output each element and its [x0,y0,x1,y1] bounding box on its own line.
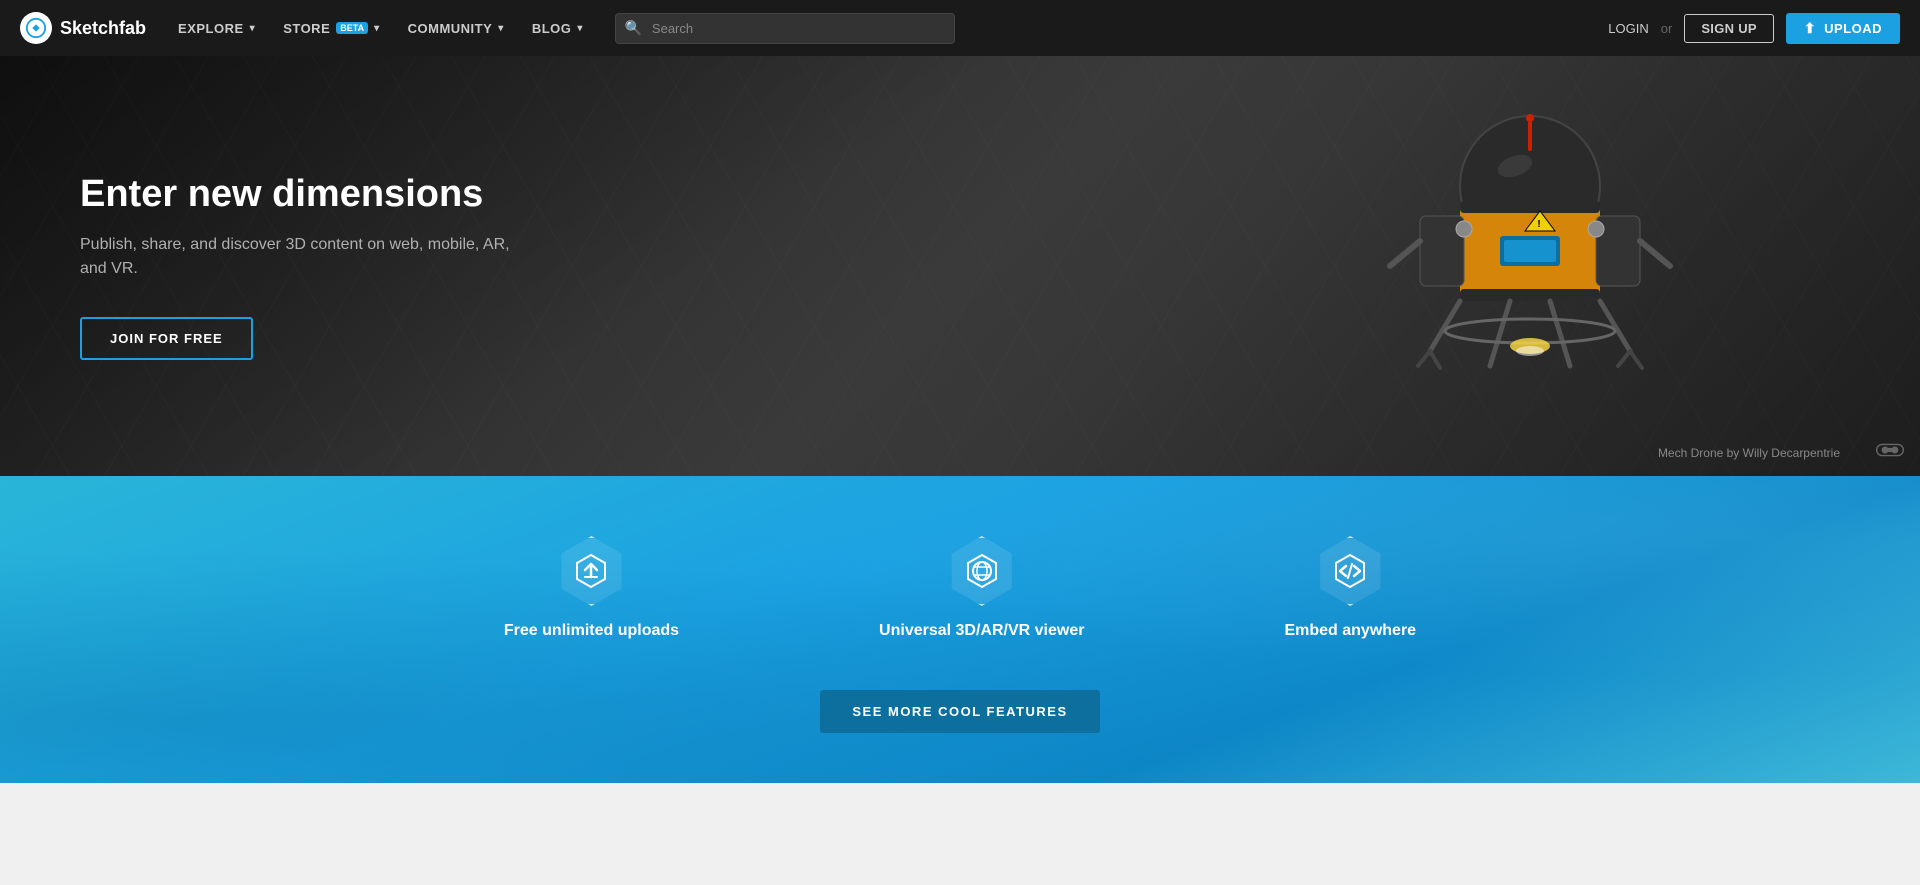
nav-item-explore[interactable]: EXPLORE ▾ [166,13,267,44]
hero-title: Enter new dimensions [80,172,520,218]
nav-item-blog[interactable]: BLOG ▾ [520,13,595,44]
vr-icon [1876,441,1904,464]
hero-subtitle: Publish, share, and discover 3D content … [80,233,520,281]
search-bar: 🔍 [615,13,955,44]
upload-icon: ⬆ [1804,20,1816,37]
search-input[interactable] [615,13,955,44]
feature-item-embed: Embed anywhere [1284,536,1416,640]
signup-button[interactable]: SIGN UP [1684,14,1774,43]
feature-label-uploads: Free unlimited uploads [504,622,679,640]
nav-item-store[interactable]: STORE BETA ▾ [271,13,391,44]
nav-right: LOGIN or SIGN UP ⬆ UPLOAD [1608,13,1900,44]
feature-globe-icon-wrap [947,536,1017,606]
upload-icon [573,553,609,589]
hero-section: Enter new dimensions Publish, share, and… [0,56,1920,476]
login-link[interactable]: LOGIN [1608,21,1648,36]
brand-logo [20,12,52,44]
chevron-down-icon: ▾ [498,23,504,34]
code-icon [1332,553,1368,589]
feature-label-viewer: Universal 3D/AR/VR viewer [879,622,1084,640]
features-section: Free unlimited uploads Universal 3D/AR/V… [0,476,1920,783]
hero-credit: Mech Drone by Willy Decarpentrie [1658,446,1840,460]
join-for-free-button[interactable]: JOIN FOR FREE [80,317,253,360]
upload-button[interactable]: ⬆ UPLOAD [1786,13,1900,44]
feature-code-icon-wrap [1315,536,1385,606]
chevron-down-icon: ▾ [374,23,380,34]
navbar: Sketchfab EXPLORE ▾ STORE BETA ▾ COMMUNI… [0,0,1920,56]
hero-content: Enter new dimensions Publish, share, and… [0,112,600,421]
beta-badge: BETA [336,22,368,34]
brand-logo-link[interactable]: Sketchfab [20,12,146,44]
nav-links: EXPLORE ▾ STORE BETA ▾ COMMUNITY ▾ BLOG … [166,13,1608,44]
chevron-down-icon: ▾ [250,23,256,34]
globe-icon [964,553,1000,589]
chevron-down-icon: ▾ [577,23,583,34]
brand-name: Sketchfab [60,18,146,39]
feature-upload-icon-wrap [556,536,626,606]
hero-3d-model: ! [1340,56,1720,476]
feature-item-viewer: Universal 3D/AR/VR viewer [879,536,1084,640]
search-icon: 🔍 [625,20,642,37]
nav-item-community[interactable]: COMMUNITY ▾ [396,13,516,44]
feature-item-uploads: Free unlimited uploads [504,536,679,640]
feature-label-embed: Embed anywhere [1284,622,1416,640]
see-more-features-button[interactable]: SEE MORE COOL FEATURES [820,690,1099,733]
drone-illustration: ! [1360,66,1700,466]
features-row: Free unlimited uploads Universal 3D/AR/V… [504,536,1416,640]
or-text: or [1661,21,1673,36]
svg-text:!: ! [1537,219,1540,230]
